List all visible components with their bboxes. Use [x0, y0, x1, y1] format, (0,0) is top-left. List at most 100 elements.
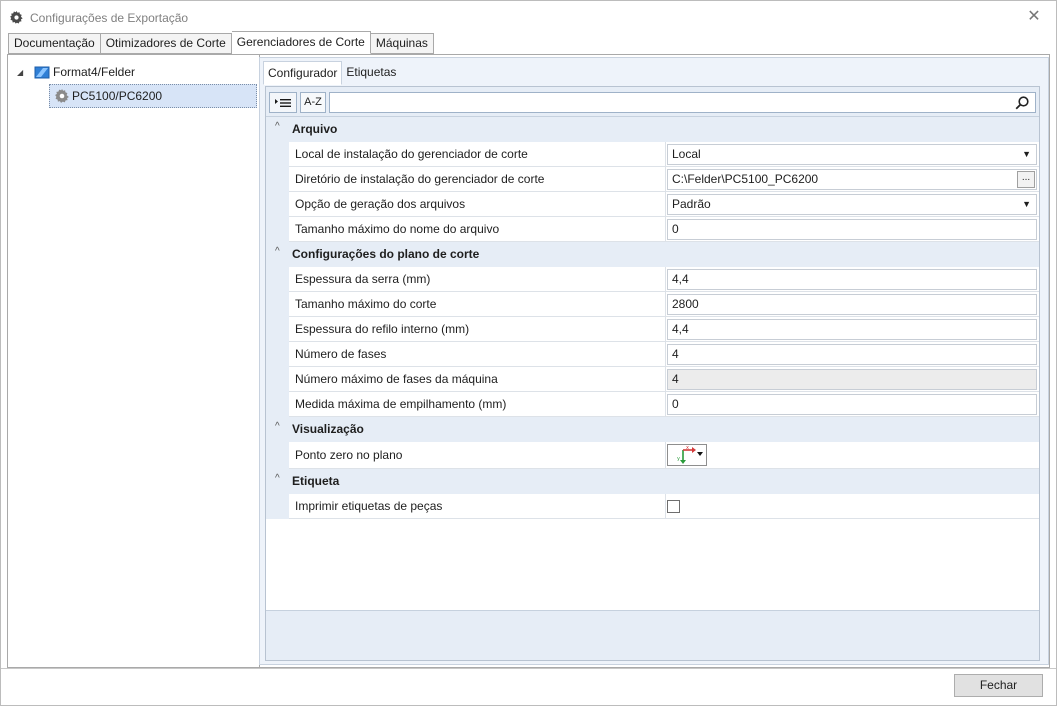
sort-categorized-button[interactable] [269, 92, 297, 113]
tab-maquinas[interactable]: Máquinas [370, 33, 434, 54]
collapse-chevron-icon[interactable]: ^ [275, 246, 280, 257]
tab-documentacao[interactable]: Documentação [8, 33, 101, 54]
row-gutter [266, 342, 289, 367]
row-gutter [266, 217, 289, 242]
property-name: Medida máxima de empilhamento (mm) [289, 392, 666, 417]
row-gutter [266, 367, 289, 392]
tab-gerenciadores-de-corte[interactable]: Gerenciadores de Corte [231, 31, 371, 54]
software-icon [34, 66, 50, 79]
property-name: Imprimir etiquetas de peças [289, 494, 666, 519]
row-gutter [266, 192, 289, 217]
property-name: Ponto zero no plano [289, 442, 666, 469]
origin-axes-icon: x y [677, 445, 703, 464]
property-name: Número máximo de fases da máquina [289, 367, 666, 392]
row-gutter [266, 292, 289, 317]
categorized-sort-icon [275, 99, 291, 107]
property-name: Tamanho máximo do corte [289, 292, 666, 317]
description-pane [266, 610, 1039, 660]
tab-configurador[interactable]: Configurador [263, 61, 343, 85]
property-name: Local de instalação do gerenciador de co… [289, 142, 666, 167]
tree-root-label[interactable]: Format4/Felder [53, 65, 135, 79]
export-settings-window: Configurações de Exportação ✕ Documentaç… [0, 0, 1057, 706]
property-row: Ponto zero no plano x y [266, 442, 1039, 469]
gear-icon [55, 89, 69, 103]
phase-count-field[interactable]: 4 [667, 344, 1037, 365]
search-input[interactable] [329, 92, 1036, 113]
window-title: Configurações de Exportação [30, 11, 189, 25]
tab-otimizadores-de-corte[interactable]: Otimizadores de Corte [100, 33, 232, 54]
tree-expand-icon[interactable]: ◢ [17, 68, 23, 77]
category-label: Etiqueta [292, 474, 340, 488]
row-gutter [266, 142, 289, 167]
property-name: Número de fases [289, 342, 666, 367]
property-row: Diretório de instalação do gerenciador d… [266, 167, 1039, 192]
property-row: Tamanho máximo do corte 2800 [266, 292, 1039, 317]
select-value: Local [672, 147, 701, 161]
property-grid-toolbar: A-Z [266, 87, 1039, 117]
category-configuracoes-plano-de-corte[interactable]: ^ Configurações do plano de corte [266, 242, 1039, 267]
property-row: Número de fases 4 [266, 342, 1039, 367]
row-gutter [266, 167, 289, 192]
sort-alphabetical-button[interactable]: A-Z [300, 92, 326, 113]
property-name: Tamanho máximo do nome do arquivo [289, 217, 666, 242]
print-labels-checkbox[interactable] [667, 500, 680, 513]
row-gutter [266, 392, 289, 417]
collapse-chevron-icon[interactable]: ^ [275, 421, 280, 432]
property-row: Imprimir etiquetas de peças [266, 494, 1039, 519]
category-arquivo[interactable]: ^ Arquivo [266, 117, 1039, 142]
dropdown-arrow-icon: ▼ [1022, 199, 1031, 209]
property-row: Opção de geração dos arquivos Padrão ▼ [266, 192, 1039, 217]
property-row: Número máximo de fases da máquina 4 [266, 367, 1039, 392]
property-rows: ^ Arquivo Local de instalação do gerenci… [266, 117, 1039, 519]
category-label: Visualização [292, 422, 364, 436]
collapse-chevron-icon[interactable]: ^ [275, 473, 280, 484]
property-row: Tamanho máximo do nome do arquivo 0 [266, 217, 1039, 242]
property-row: Espessura da serra (mm) 4,4 [266, 267, 1039, 292]
row-gutter [266, 267, 289, 292]
property-name: Espessura da serra (mm) [289, 267, 666, 292]
internal-trim-thickness-field[interactable]: 4,4 [667, 319, 1037, 340]
row-gutter [266, 494, 289, 519]
saw-thickness-field[interactable]: 4,4 [667, 269, 1037, 290]
tree-item-pc5100-pc6200[interactable]: PC5100/PC6200 [49, 84, 257, 108]
tab-content-frame: ◢ Format4/Felder PC5100/PC6200 Configura… [7, 54, 1050, 668]
installation-location-select[interactable]: Local ▼ [667, 144, 1037, 165]
dropdown-arrow-icon: ▼ [1022, 149, 1031, 159]
row-gutter [266, 442, 289, 469]
cut-manager-tree: ◢ Format4/Felder PC5100/PC6200 [8, 55, 260, 667]
category-etiqueta[interactable]: ^ Etiqueta [266, 469, 1039, 494]
property-row: Espessura do refilo interno (mm) 4,4 [266, 317, 1039, 342]
titlebar: Configurações de Exportação ✕ [1, 1, 1056, 34]
property-row: Local de instalação do gerenciador de co… [266, 142, 1039, 167]
row-gutter [266, 317, 289, 342]
configuration-panel: Configurador Etiquetas A-Z ^ Arquivo Loc… [259, 57, 1049, 665]
search-icon [1015, 96, 1029, 110]
footer-divider [1, 668, 1056, 669]
close-button[interactable]: Fechar [954, 674, 1043, 697]
property-row: Medida máxima de empilhamento (mm) 0 [266, 392, 1039, 417]
browse-button[interactable]: ... [1017, 171, 1035, 188]
property-name: Diretório de instalação do gerenciador d… [289, 167, 666, 192]
installation-directory-field[interactable]: C:\Felder\PC5100_PC6200 ... [667, 169, 1037, 190]
tab-etiquetas[interactable]: Etiquetas [342, 61, 400, 85]
sub-tab-strip: Configurador Etiquetas [263, 61, 400, 85]
max-cut-size-field[interactable]: 2800 [667, 294, 1037, 315]
svg-text:x: x [686, 445, 689, 451]
gear-icon [10, 11, 23, 24]
select-value: Padrão [672, 197, 711, 211]
max-stacking-field[interactable]: 0 [667, 394, 1037, 415]
window-close-button[interactable]: ✕ [1023, 7, 1045, 29]
property-name: Opção de geração dos arquivos [289, 192, 666, 217]
file-generation-option-select[interactable]: Padrão ▼ [667, 194, 1037, 215]
max-machine-phases-field: 4 [667, 369, 1037, 390]
tree-child-label: PC5100/PC6200 [72, 89, 163, 103]
category-label: Arquivo [292, 122, 338, 136]
collapse-chevron-icon[interactable]: ^ [275, 121, 280, 132]
max-filename-length-field[interactable]: 0 [667, 219, 1037, 240]
property-name: Espessura do refilo interno (mm) [289, 317, 666, 342]
origin-point-picker[interactable]: x y [667, 444, 707, 466]
property-grid: A-Z ^ Arquivo Local de instalação do ger… [265, 86, 1040, 661]
category-label: Configurações do plano de corte [292, 247, 480, 261]
main-tab-strip: Documentação Otimizadores de Corte Geren… [8, 31, 434, 54]
category-visualizacao[interactable]: ^ Visualização [266, 417, 1039, 442]
